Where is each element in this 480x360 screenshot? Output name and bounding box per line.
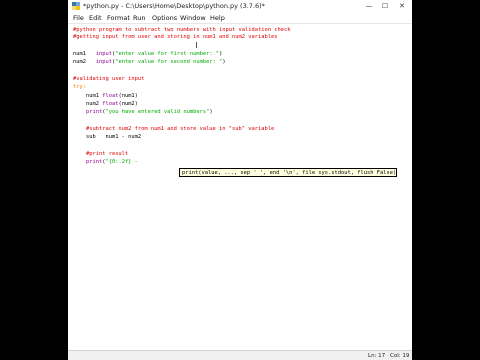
code-token: float xyxy=(102,101,119,107)
python-icon xyxy=(72,2,80,10)
code-token: ) xyxy=(209,109,213,115)
menu-file[interactable]: File xyxy=(73,13,84,23)
code-line-6: try: xyxy=(73,84,86,90)
menu-help[interactable]: Help xyxy=(210,13,225,23)
code-line-5: #validating user input xyxy=(73,76,145,82)
code-line-7: num1 float(num1) xyxy=(73,93,138,100)
mouse-ibeam-cursor xyxy=(196,42,197,48)
code-token: (num1) xyxy=(118,93,138,99)
menu-window[interactable]: Window xyxy=(180,13,206,23)
menu-bar: File Edit Format Run Options Window Help xyxy=(68,13,412,24)
column-number: Col: 19 xyxy=(390,353,410,359)
code-token: print xyxy=(85,109,103,115)
code-line-10: #subtract num2 from num1 and store value… xyxy=(73,126,275,132)
line-number: Ln: 17 xyxy=(368,353,386,359)
idle-editor-window: *python.py - C:\Users\Home\Desktop\pytho… xyxy=(68,0,412,360)
menu-edit[interactable]: Edit xyxy=(89,13,102,23)
window-title: *python.py - C:\Users\Home\Desktop\pytho… xyxy=(83,2,265,10)
code-line-4: num2 input("enter value for second numbe… xyxy=(73,59,226,66)
code-token: "you have entered valid numbers" xyxy=(105,109,210,115)
code-token: (num2) xyxy=(118,101,138,107)
code-token: print xyxy=(85,159,103,165)
code-line-2: #getting input from user and storing in … xyxy=(73,34,278,40)
code-line-11: sub num1 - num2 xyxy=(73,134,142,140)
code-editor[interactable]: #python program to subtract two numbers … xyxy=(68,24,412,350)
status-bar: Ln: 17 Col: 19 xyxy=(68,350,412,360)
code-token: ) xyxy=(222,59,226,65)
code-token: num2 xyxy=(73,59,96,65)
code-token: "enter value for second number: " xyxy=(115,59,223,65)
code-token: "enter value for first number: " xyxy=(115,51,220,57)
menu-options[interactable]: Options xyxy=(152,13,177,23)
code-line-13: print("{0:.2f} - xyxy=(73,159,138,166)
minimize-button[interactable]: — xyxy=(362,0,376,12)
code-token: float xyxy=(102,93,119,99)
code-token: "{0:.2f} - xyxy=(105,159,138,165)
code-line-1: #python program to subtract two numbers … xyxy=(73,27,291,33)
calltip-tooltip: print(value, ..., sep ' ', end '\n', fil… xyxy=(179,168,397,177)
code-line-9: print("you have entered valid numbers") xyxy=(73,109,213,116)
maximize-button[interactable]: ☐ xyxy=(378,0,392,12)
code-line-12: #print result xyxy=(73,151,129,157)
menu-run[interactable]: Run xyxy=(133,13,145,23)
code-token: num2 xyxy=(73,101,103,107)
code-token: input xyxy=(95,51,112,57)
code-token: ) xyxy=(219,51,223,57)
close-button[interactable]: ✕ xyxy=(395,0,409,12)
menu-format[interactable]: Format xyxy=(107,13,130,23)
code-line-8: num2 float(num2) xyxy=(73,101,138,108)
code-token: num1 xyxy=(73,93,103,99)
code-token: input xyxy=(95,59,112,65)
code-line-3: num1 input("enter value for first number… xyxy=(73,51,222,58)
title-bar[interactable]: *python.py - C:\Users\Home\Desktop\pytho… xyxy=(68,0,412,13)
code-token: num1 xyxy=(73,51,96,57)
